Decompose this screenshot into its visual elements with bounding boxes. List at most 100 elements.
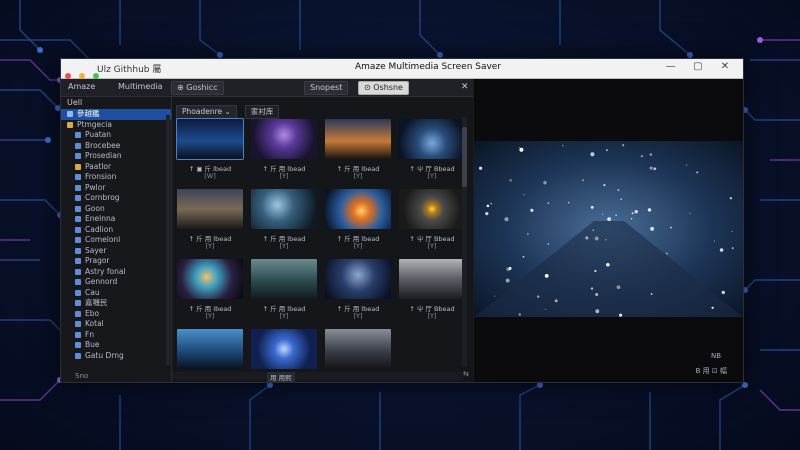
tab-amaze[interactable]: Amaze bbox=[63, 81, 100, 93]
wallpaper-thumbnail[interactable] bbox=[399, 119, 465, 159]
sidebar-item[interactable]: Cornbrog bbox=[61, 193, 171, 204]
app-label: Ulz Githhub 屬 bbox=[97, 65, 162, 75]
gallery-scrollbar[interactable] bbox=[462, 117, 467, 367]
sidebar-item[interactable]: Fn bbox=[61, 330, 171, 341]
folder-icon bbox=[75, 237, 81, 243]
sidebar-item-label: Paatlor bbox=[85, 161, 112, 171]
gallery-panel: Phoadenre ⌄ 家衬库 ↑ ▣ 斤 lbead [W] ↑ 斤 用 lbea… bbox=[172, 97, 473, 382]
scroll-status-label: 用 用熙 bbox=[267, 372, 295, 382]
folder-icon bbox=[75, 216, 81, 222]
sidebar-item[interactable]: Kotal bbox=[61, 319, 171, 330]
sidebar-item-label: Astry fonal bbox=[85, 266, 126, 276]
sidebar-item-label: Comelonl bbox=[85, 235, 121, 244]
sidebar-item-label: Prosedian bbox=[85, 151, 122, 160]
sidebar-item-label: Fronsion bbox=[85, 172, 117, 181]
window-title: Amaze Multimedia Screen Saver bbox=[355, 62, 502, 72]
folder-icon bbox=[75, 153, 81, 159]
sidebar-item-label: Kotal bbox=[85, 319, 104, 328]
sidebar-item[interactable]: Cadlion bbox=[61, 225, 171, 236]
folder-icon bbox=[75, 321, 81, 327]
sidebar-item[interactable]: Paatlor bbox=[61, 162, 171, 173]
sidebar-item[interactable]: Pragor bbox=[61, 256, 171, 267]
wallpaper-thumbnail[interactable] bbox=[251, 119, 317, 159]
sidebar-item-label: 參越鑑 bbox=[77, 109, 100, 118]
thumbnail-index: [Y] bbox=[353, 312, 363, 320]
close-icon[interactable]: ✕ bbox=[713, 61, 737, 72]
sidebar-item[interactable]: Goon bbox=[61, 204, 171, 215]
sidebar-item[interactable]: Gatu Drng bbox=[61, 351, 171, 362]
preview-label-a: NB bbox=[710, 352, 721, 360]
breadcrumb-dropdown[interactable]: Phoadenre ⌄ bbox=[176, 105, 237, 119]
sidebar-item[interactable]: Pwlor bbox=[61, 183, 171, 194]
sidebar-item[interactable]: Fronsion bbox=[61, 172, 171, 183]
tab-goshicc[interactable]: ⊕ Goshicc bbox=[171, 81, 224, 95]
sidebar-item-label: Gatu Drng bbox=[85, 350, 124, 360]
wallpaper-thumbnail[interactable] bbox=[251, 189, 317, 229]
tab-multimedia[interactable]: Multimedia bbox=[113, 81, 167, 93]
horizontal-scrollbar[interactable]: 用 用熙 bbox=[172, 372, 462, 382]
breadcrumb-library[interactable]: 家衬库 bbox=[244, 105, 280, 119]
sidebar-item-label: 嘉嘰民 bbox=[85, 298, 108, 307]
preview-label-b: B 用 ⊡ 幅 bbox=[695, 367, 727, 375]
preview-panel: NB B 用 ⊡ 幅 bbox=[474, 79, 743, 382]
minimize-icon[interactable]: — bbox=[659, 61, 683, 72]
wallpaper-thumbnail[interactable] bbox=[251, 329, 317, 369]
folder-icon bbox=[75, 279, 81, 285]
oshsne-button[interactable]: ⊙ Oshsne bbox=[358, 81, 409, 95]
sidebar: Uell 參越鑑 Ptmgecia Puatan Brocebee Prosedian P… bbox=[61, 97, 172, 382]
snopest-button[interactable]: Snopest bbox=[304, 81, 349, 95]
toolbar: Amaze Multimedia ⊕ Goshicc Snopest ⊙ Osh… bbox=[61, 79, 473, 97]
wallpaper-thumbnail[interactable] bbox=[177, 259, 243, 299]
wallpaper-thumbnail[interactable] bbox=[251, 259, 317, 299]
sidebar-item[interactable]: 嘉嘰民 bbox=[61, 298, 171, 309]
starfield-preview bbox=[474, 141, 743, 317]
folder-icon bbox=[75, 195, 81, 201]
wallpaper-thumbnail[interactable] bbox=[325, 119, 391, 159]
sidebar-item-label: Brocebee bbox=[85, 140, 121, 150]
sidebar-item[interactable]: Ebo bbox=[61, 309, 171, 320]
sidebar-item[interactable]: 參越鑑 bbox=[61, 109, 171, 120]
folder-icon bbox=[75, 331, 81, 338]
thumbnail-index: [Y] bbox=[427, 312, 437, 320]
folder-icon bbox=[75, 352, 81, 359]
wallpaper-thumbnail[interactable] bbox=[399, 259, 465, 299]
wallpaper-thumbnail[interactable] bbox=[325, 259, 391, 299]
sidebar-item[interactable]: Comelonl bbox=[61, 235, 171, 246]
sidebar-item-label: Sayer bbox=[85, 245, 107, 255]
thumbnail-index: [Y] bbox=[353, 172, 363, 180]
sidebar-item-label: Bue bbox=[85, 340, 100, 349]
wallpaper-thumbnail[interactable] bbox=[399, 189, 465, 229]
sidebar-scrollbar[interactable] bbox=[166, 115, 170, 365]
thumbnail-index: [Y] bbox=[279, 172, 289, 180]
scrollbar-thumb[interactable] bbox=[462, 127, 467, 187]
sidebar-item[interactable]: Puatan bbox=[61, 130, 171, 141]
thumbnail-index: [Y] bbox=[427, 172, 437, 180]
sidebar-item[interactable]: Sayer bbox=[61, 246, 171, 257]
sidebar-item[interactable]: Astry fonal bbox=[61, 267, 171, 278]
sidebar-item-label: Goon bbox=[85, 203, 105, 213]
folder-icon bbox=[75, 163, 81, 170]
wallpaper-thumbnail[interactable] bbox=[325, 189, 391, 229]
sidebar-item[interactable]: Bue bbox=[61, 340, 171, 351]
folder-icon bbox=[75, 184, 81, 191]
folder-icon bbox=[75, 258, 81, 264]
sidebar-item[interactable]: Gennord bbox=[61, 277, 171, 288]
thumbnail-index: [Y] bbox=[279, 242, 289, 250]
folder-icon bbox=[75, 289, 81, 296]
sidebar-item[interactable]: Ptmgecia bbox=[61, 120, 171, 131]
panel-close-icon[interactable]: ✕ bbox=[461, 82, 469, 92]
wallpaper-thumbnail[interactable] bbox=[325, 329, 391, 369]
resize-corner-icon[interactable]: ⇆ bbox=[463, 370, 469, 378]
sidebar-item[interactable]: Cau bbox=[61, 288, 171, 299]
maximize-icon[interactable]: ▢ bbox=[686, 61, 710, 72]
folder-icon bbox=[75, 247, 81, 254]
sidebar-item[interactable]: Brocebee bbox=[61, 141, 171, 152]
wallpaper-thumbnail[interactable] bbox=[176, 118, 244, 160]
sidebar-item[interactable]: Prosedian bbox=[61, 151, 171, 162]
sidebar-header: Uell bbox=[67, 98, 83, 107]
sidebar-item[interactable]: Enelnna bbox=[61, 214, 171, 225]
wallpaper-thumbnail[interactable] bbox=[177, 189, 243, 229]
folder-icon bbox=[75, 268, 81, 275]
wallpaper-thumbnail[interactable] bbox=[177, 329, 243, 369]
thumbnail-index: [Y] bbox=[205, 242, 215, 250]
